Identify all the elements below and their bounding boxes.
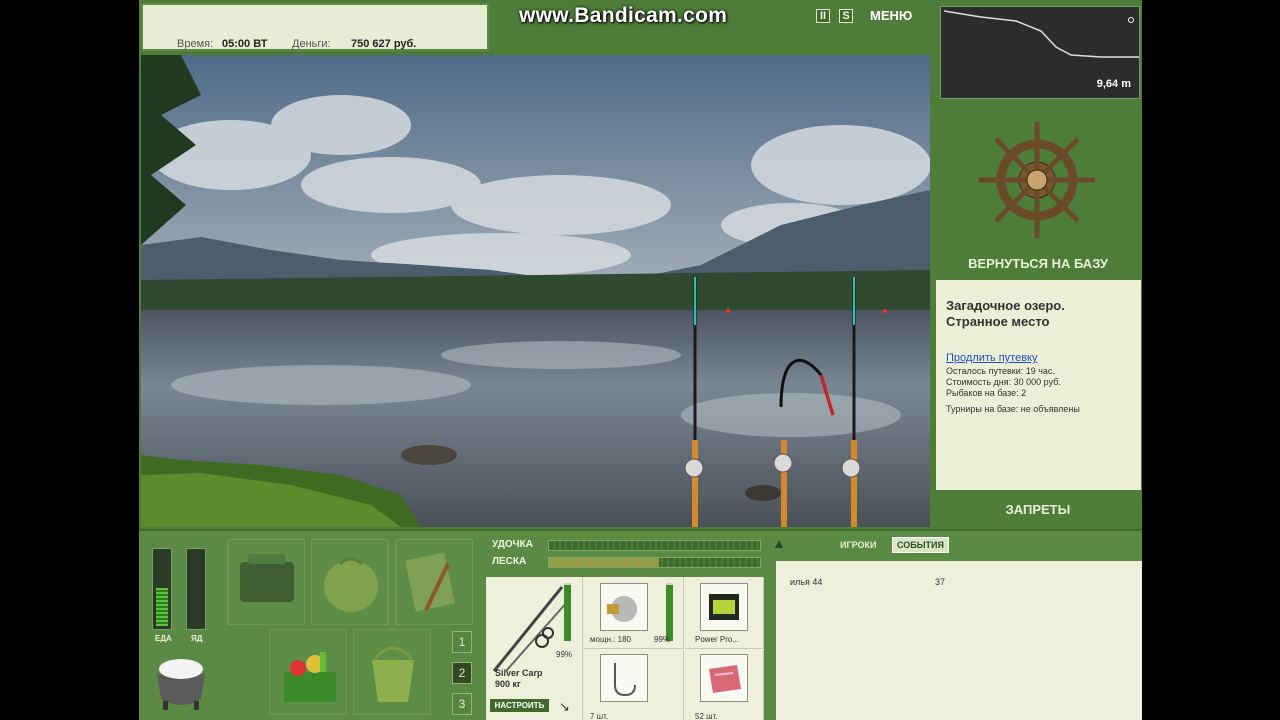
page-1-button[interactable]: 1 [452, 631, 472, 653]
money-label: Деньги: [292, 38, 331, 50]
adjust-button[interactable]: НАСТРОИТЬ [490, 699, 549, 712]
time-label: Время: [177, 38, 214, 50]
hook-thumb[interactable] [600, 654, 648, 702]
food-gauge-fill [156, 588, 168, 626]
reel-thumb[interactable] [600, 583, 648, 631]
tackle-box-icon [240, 554, 294, 602]
fishers-count: Рыбаков на базе: 2 [946, 388, 1027, 398]
bait-meat-icon [709, 665, 741, 693]
tackle-box-slot[interactable] [227, 539, 305, 625]
reel-condition-bar [666, 583, 673, 641]
return-to-base-button[interactable]: ВЕРНУТЬСЯ НА БАЗУ [934, 256, 1142, 271]
tab-events[interactable]: СОБЫТИЯ [892, 537, 949, 553]
reel-power: мощн.: 180 [590, 635, 631, 644]
tournaments-info: Турниры на базе: не объявлены [946, 404, 1080, 414]
line-tension-bar [548, 557, 761, 568]
player-value: 37 [935, 577, 946, 587]
groceries-basket-icon [284, 652, 336, 702]
bag-icon [324, 557, 378, 612]
cauldron-icon[interactable] [149, 649, 213, 713]
reel-condition: 99% [654, 635, 671, 644]
rod-cell[interactable]: 99% Silver Carp 900 кг НАСТРОИТЬ ↘ [486, 577, 583, 720]
players-list: илья 44 37 [776, 561, 1142, 720]
money-value: 750 627 руб. [351, 38, 417, 50]
reel-cell[interactable]: мощн.: 180 99% [584, 577, 684, 649]
bucket-slot[interactable] [353, 629, 431, 715]
rod-label: УДОЧКА [492, 539, 533, 550]
poison-label: ЯД [191, 634, 203, 643]
list-item[interactable]: илья 44 37 [790, 577, 1120, 589]
game-window: Время: 05:00 ВТ Деньги: 750 627 руб. www… [139, 0, 1142, 720]
rod-name: Silver Carp [495, 668, 543, 678]
page-3-button[interactable]: 3 [452, 693, 472, 715]
remaining-time: Осталось путевки: 19 час. [946, 366, 1055, 376]
lake-landscape [141, 55, 930, 527]
bottom-panel: ЕДА ЯД 1 2 3 УДОЧКА ЛЕСКА 99% Silver Car… [139, 529, 1142, 720]
hooks-cell[interactable]: 7 шт. [584, 650, 684, 720]
bag-slot[interactable] [311, 539, 389, 625]
social-tabs: ▲ ИГРОКИ СОБЫТИЯ [772, 531, 1142, 561]
page-2-button[interactable]: 2 [452, 662, 472, 684]
depth-value: 9,64 m [1096, 78, 1131, 90]
sound-button[interactable]: S [839, 9, 853, 23]
extend-permit-link[interactable]: Продлить путевку [946, 352, 1131, 364]
tab-players[interactable]: ИГРОКИ [840, 540, 876, 550]
rod-condition: 99% [556, 650, 573, 659]
menu-button[interactable]: МЕНЮ [870, 8, 912, 23]
player-name: илья 44 [790, 577, 823, 587]
bait-cell[interactable]: 52 шт. [685, 650, 764, 720]
line-spool-icon [709, 594, 739, 620]
pause-button[interactable]: II [816, 9, 830, 23]
poison-gauge [186, 548, 206, 630]
depth-chart: 9,64 m [940, 6, 1140, 99]
ship-wheel-icon[interactable] [934, 110, 1142, 250]
groceries-slot[interactable] [269, 629, 347, 715]
bucket-icon [372, 646, 414, 702]
gear-panel: 99% Silver Carp 900 кг НАСТРОИТЬ ↘ мощн.… [486, 577, 764, 720]
map-icon [405, 552, 455, 612]
lake-title: Загадочное озеро. Странное место [946, 298, 1131, 330]
hook-icon [614, 663, 636, 697]
food-gauge [152, 548, 172, 630]
bait-count: 52 шт. [695, 712, 718, 720]
lake-info-panel: Загадочное озеро. Странное место Продлит… [936, 280, 1141, 490]
map-slot[interactable] [395, 539, 473, 625]
arrow-icon: ↘ [559, 699, 570, 714]
rod-condition-bar [564, 583, 571, 641]
rod-condition-fill [564, 584, 571, 641]
rod-capacity: 900 кг [495, 679, 521, 689]
reel-icon [607, 596, 637, 622]
food-label: ЕДА [155, 634, 172, 643]
hooks-count: 7 шт. [590, 712, 609, 720]
line-cell[interactable]: Power Pro... [685, 577, 764, 649]
rod-icon [492, 586, 569, 672]
lake-title-line1: Загадочное озеро. [946, 298, 1065, 313]
day-cost: Стоимость дня: 30 000 руб. [946, 377, 1061, 387]
return-base-area[interactable] [934, 110, 1142, 278]
line-thumb[interactable] [700, 583, 748, 631]
scroll-up-icon[interactable]: ▲ [772, 535, 786, 551]
lake-scene[interactable] [141, 55, 930, 527]
lake-title-line2: Странное место [946, 314, 1050, 329]
line-label: ЛЕСКА [492, 556, 527, 567]
bandicam-watermark: www.Bandicam.com [519, 4, 728, 27]
rod-tension-bar [548, 540, 761, 551]
time-value: 05:00 ВТ [222, 38, 268, 50]
reel-condition-fill [666, 584, 673, 641]
bans-button[interactable]: ЗАПРЕТЫ [934, 502, 1142, 517]
info-panel: Время: 05:00 ВТ Деньги: 750 627 руб. [141, 3, 489, 51]
line-name: Power Pro... [695, 635, 740, 644]
bait-thumb[interactable] [700, 654, 748, 702]
line-tension-fill [549, 558, 659, 567]
